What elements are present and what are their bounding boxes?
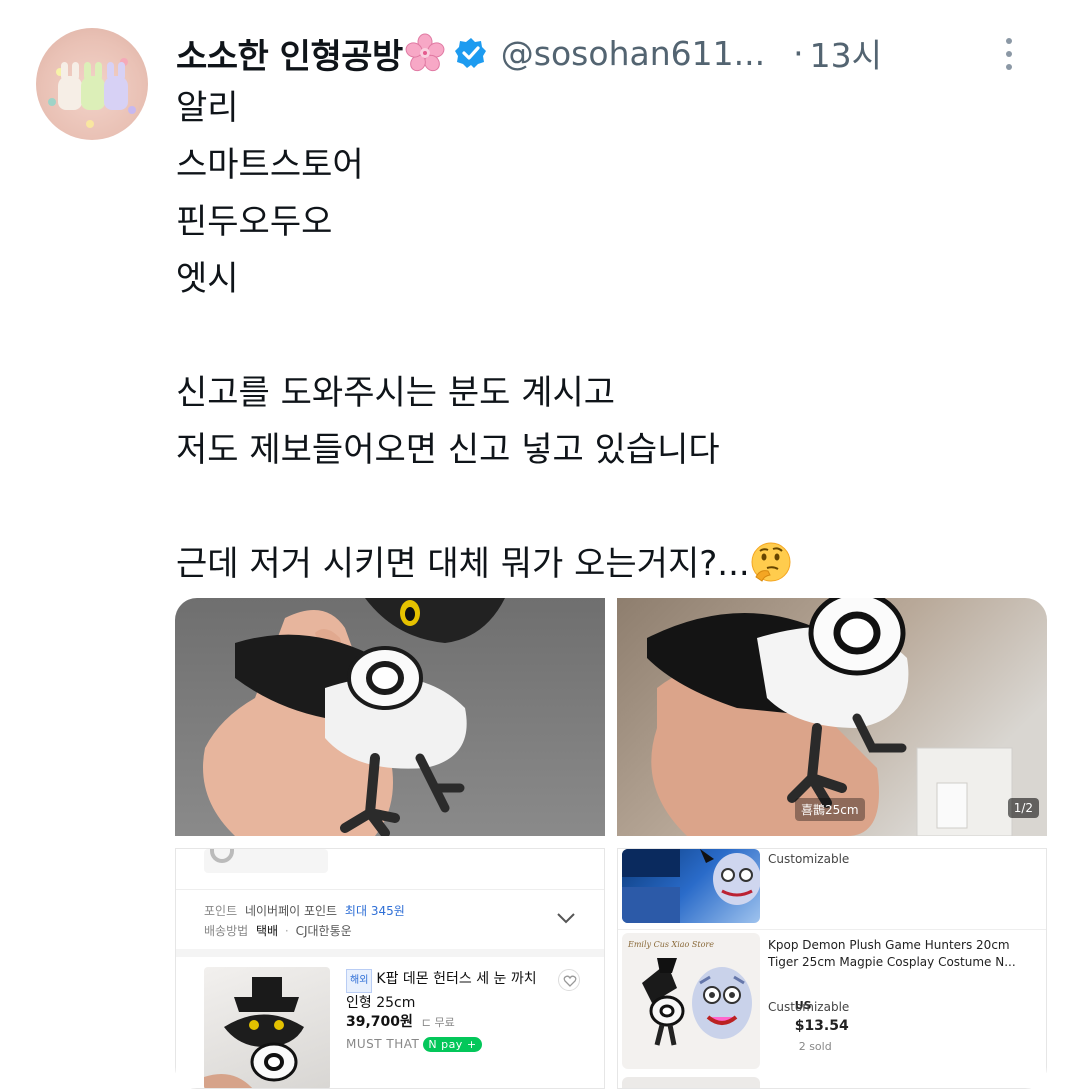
thinking-face-icon <box>750 541 792 583</box>
photo-2[interactable]: 喜鵲25cm 1/2 <box>617 598 1047 836</box>
product-thumbnail[interactable] <box>204 967 330 1088</box>
customizable-label: Customizable <box>768 1000 850 1014</box>
product-title-text: K팝 데몬 헌터스 세 눈 까치 인형 25cm <box>346 971 537 1011</box>
display-name[interactable]: 소소한 인형공방 <box>176 29 403 78</box>
tweet-header: 소소한 인형공방 @sosohan611... · 13시 <box>176 26 1060 80</box>
shipping-type: 택배 <box>256 924 279 938</box>
heart-icon[interactable] <box>558 969 580 991</box>
avatar-plush-2 <box>81 62 105 110</box>
shipping-row: 배송방법 택배 · CJ대한통운 <box>204 922 352 939</box>
photo-caption: 喜鵲25cm <box>795 798 865 821</box>
avatar[interactable] <box>36 28 148 140</box>
photo-counter: 1/2 <box>1007 798 1039 818</box>
points-value: 최대 345원 <box>344 904 405 918</box>
tweet-text: 알리 스마트스토어 핀두오두오 엣시 신고를 도와주시는 분도 계시고 저도 제… <box>176 80 792 593</box>
separator-dot: · <box>793 33 804 73</box>
points-row: 포인트 네이버페이 포인트 최대 345원 <box>204 902 405 919</box>
media-grid: 喜鵲25cm 1/2 포인트 네이버페이 포인트 최대 345원 배송방법 택배… <box>175 598 1047 1089</box>
avatar-decor <box>48 98 56 106</box>
product-title[interactable]: 해외 K팝 데몬 헌터스 세 눈 까치 인형 25cm <box>346 969 537 1013</box>
seller-name-text: MUST THAT <box>346 1037 420 1051</box>
shop-screenshot-naver[interactable]: 포인트 네이버페이 포인트 최대 345원 배송방법 택배 · CJ대한통운 해… <box>175 848 605 1089</box>
tweet-text-content: 알리 스마트스토어 핀두오두오 엣시 신고를 도와주시는 분도 계시고 저도 제… <box>176 88 750 584</box>
avatar-plush-3 <box>104 62 128 110</box>
divider <box>176 889 604 890</box>
delivery-badge: ⊏ 무료 <box>421 1016 455 1029</box>
user-handle[interactable]: @sosohan611... <box>501 34 765 73</box>
price-value: $13.54 <box>794 1018 849 1034</box>
customizable-label-top: Customizable <box>768 852 850 866</box>
avatar-decor <box>128 106 136 114</box>
sold-count: 2 sold <box>798 1040 832 1053</box>
next-product-thumbnail[interactable] <box>622 1077 760 1088</box>
chevron-down-icon[interactable] <box>556 909 576 928</box>
shipping-sep: · <box>284 924 289 938</box>
product-thumbnail[interactable]: Emily Cus Xiao Store <box>622 933 760 1069</box>
price-value: 39,700원 <box>346 1014 413 1030</box>
magpie-plush-photo-1 <box>203 598 505 836</box>
avatar-plush-1 <box>58 62 82 110</box>
product-thumbnail-top[interactable] <box>622 849 760 923</box>
more-options-icon[interactable] <box>1002 34 1016 74</box>
npay-badge: N pay + <box>423 1037 482 1052</box>
shipping-company: CJ대한통운 <box>295 924 352 938</box>
avatar-decor <box>86 120 94 128</box>
points-label: 포인트 <box>204 904 238 918</box>
shop-screenshot-aliexpress[interactable]: Customizable Emily Cus Xiao Store Kpop D… <box>617 848 1047 1089</box>
overseas-tag: 해외 <box>346 969 373 993</box>
product-price: 39,700원 ⊏ 무료 <box>346 1011 455 1031</box>
product-title[interactable]: Kpop Demon Plush Game Hunters 20cm Tiger… <box>768 937 1016 971</box>
timestamp[interactable]: 13시 <box>810 29 882 77</box>
divider <box>176 949 604 957</box>
seller-name[interactable]: MUST THAT N pay + <box>346 1037 482 1052</box>
divider <box>618 929 1046 930</box>
photo-1[interactable] <box>175 598 605 836</box>
verified-badge-icon <box>454 37 487 69</box>
product-price: US $13.54 2 sold <box>768 975 849 1077</box>
shipping-label: 배송방법 <box>204 924 249 938</box>
delivery-text: 무료 <box>434 1016 455 1029</box>
svg-text:Emily Cus Xiao Store: Emily Cus Xiao Store <box>627 940 714 949</box>
points-text: 네이버페이 포인트 <box>244 904 338 918</box>
cherry-blossom-icon <box>405 33 445 73</box>
